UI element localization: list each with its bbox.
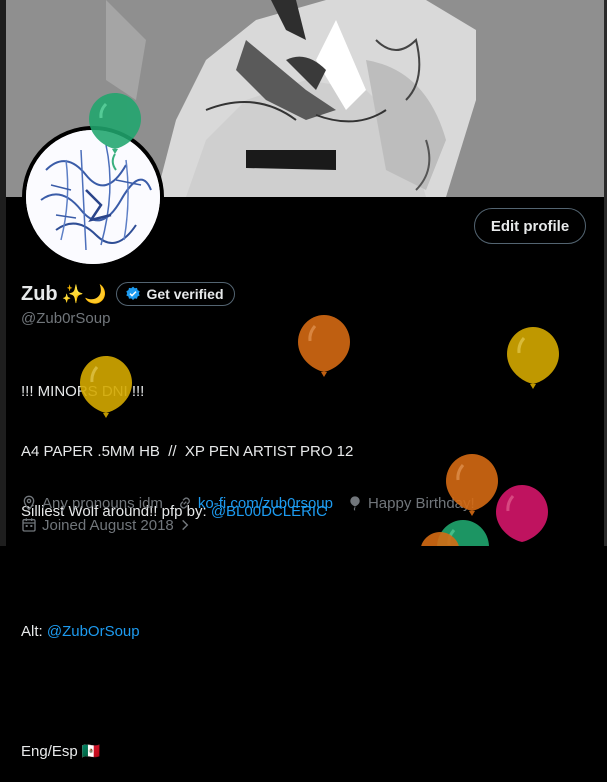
bio-line-5: Alt: @ZubOrSoup bbox=[21, 622, 353, 642]
balloon-green-bottom bbox=[437, 520, 489, 546]
display-name: Zub bbox=[21, 282, 58, 305]
joined-text: Joined August 2018 bbox=[42, 516, 174, 534]
joined-item: Joined August 2018 bbox=[21, 517, 197, 534]
edit-profile-button[interactable]: Edit profile bbox=[474, 208, 586, 244]
bio-line-2: A4 PAPER .5MM HB // XP PEN ARTIST PRO 12 bbox=[21, 443, 354, 460]
profile-handle: @Zub0rSoup bbox=[21, 310, 111, 327]
name-emoji: ✨🌙 bbox=[61, 283, 107, 304]
balloon-orange-corner bbox=[421, 532, 459, 546]
bio-line-7: Eng/Esp 🇲🇽 bbox=[21, 742, 353, 762]
alt-account-link[interactable]: @ZubOrSoup bbox=[47, 623, 140, 640]
bio: !!! MINORS DNI !!! A4 PAPER .5MM HB // X… bbox=[21, 342, 353, 782]
get-verified-label: Get verified bbox=[146, 286, 224, 302]
get-verified-button[interactable]: Get verified bbox=[116, 282, 235, 306]
profile-meta-row: Any pronouns idm ko-fi.com/zub0rsoup Hap… bbox=[21, 493, 489, 513]
birthday-text: Happy Birthday! bbox=[367, 494, 475, 512]
name-row: Zub ✨🌙 Get verified bbox=[21, 281, 235, 307]
mexico-flag-emoji: 🇲🇽 bbox=[81, 743, 101, 760]
bio-blank-line bbox=[21, 682, 353, 702]
birthday-item: Happy Birthday! bbox=[347, 495, 475, 512]
avatar[interactable] bbox=[22, 126, 164, 268]
pronouns-text: Any pronouns idm bbox=[42, 494, 163, 512]
bio-blank-line bbox=[21, 562, 353, 582]
link-icon bbox=[179, 497, 190, 509]
verified-badge-icon bbox=[126, 286, 141, 300]
calendar-icon bbox=[22, 518, 36, 532]
pronouns-item: Any pronouns idm bbox=[21, 495, 163, 512]
bio-line-5-text: Alt: bbox=[21, 623, 47, 640]
bio-line-7-text: Eng/Esp bbox=[21, 743, 82, 760]
balloon-icon bbox=[350, 496, 360, 511]
website-link[interactable]: ko-fi.com/zub0rsoup bbox=[198, 495, 333, 512]
location-pin-icon bbox=[23, 495, 35, 511]
balloon-pink bbox=[496, 485, 548, 542]
website-item: ko-fi.com/zub0rsoup bbox=[177, 495, 333, 512]
balloon-yellow-right bbox=[507, 327, 559, 389]
joined-row: Joined August 2018 bbox=[21, 515, 211, 535]
chevron-right-icon[interactable] bbox=[178, 518, 192, 532]
bio-line-1: !!! MINORS DNI !!! bbox=[21, 383, 145, 400]
